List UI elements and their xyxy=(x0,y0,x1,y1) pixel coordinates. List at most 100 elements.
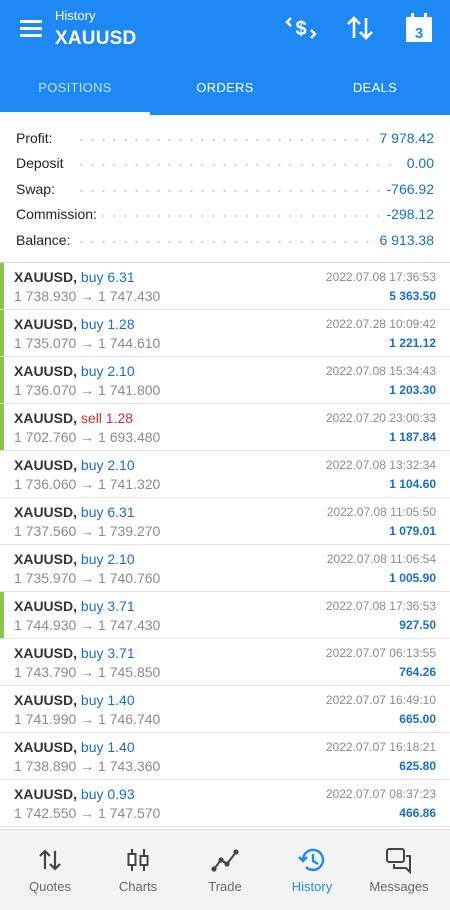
position-row[interactable]: XAUUSD, buy 6.31 1 737.560 → 1 739.270 202… xyxy=(0,498,450,545)
currency-exchange-icon[interactable]: $ xyxy=(285,12,317,44)
position-prices: 1 736.060 → 1 741.320 xyxy=(14,476,161,492)
position-side: buy 1.40 xyxy=(80,739,135,755)
menu-icon[interactable] xyxy=(20,18,44,38)
sort-icon[interactable] xyxy=(344,12,376,44)
summary-value: 6 913.38 xyxy=(373,232,434,248)
position-profit: 625.80 xyxy=(399,759,436,773)
quotes-icon xyxy=(39,849,61,871)
position-prices: 1 702.760 → 1 693.480 xyxy=(14,429,161,445)
leader-dots xyxy=(76,139,394,141)
nav-messages[interactable]: Messages xyxy=(354,830,444,910)
position-flag xyxy=(0,357,4,403)
nav-label: Charts xyxy=(118,879,158,894)
nav-label: History xyxy=(291,879,333,894)
position-profit: 1 104.60 xyxy=(389,477,436,491)
bottom-nav: Quotes Charts Trade History Messages xyxy=(0,829,450,910)
calendar-day: 3 xyxy=(415,25,423,42)
position-flag xyxy=(0,263,4,309)
position-profit: 927.50 xyxy=(399,618,436,632)
leader-dots xyxy=(76,164,394,166)
tab-indicator xyxy=(0,112,150,115)
position-profit: 1 187.84 xyxy=(389,430,436,444)
position-row[interactable]: XAUUSD, buy 1.40 1 738.890 → 1 743.360 202… xyxy=(0,733,450,780)
calendar-icon[interactable]: 3 xyxy=(403,12,435,44)
position-prices: 1 735.070 → 1 744.610 xyxy=(14,335,161,351)
position-row[interactable]: XAUUSD, buy 0.93 1 742.550 → 1 747.570 202… xyxy=(0,780,450,827)
position-profit: 1 079.01 xyxy=(389,524,436,538)
tab-label: POSITIONS xyxy=(38,80,112,95)
position-symbol: XAUUSD, buy 2.10 xyxy=(14,551,135,567)
position-profit: 1 005.90 xyxy=(389,571,436,585)
position-row[interactable]: XAUUSD, buy 2.10 1 736.060 → 1 741.320 202… xyxy=(0,451,450,498)
header-title[interactable]: XAUUSD xyxy=(55,28,136,50)
position-row[interactable]: XAUUSD, sell 1.28 1 702.760 → 1 693.480 20… xyxy=(0,404,450,451)
position-prices: 1 741.990 → 1 746.740 xyxy=(14,711,161,727)
summary-row-commission: Commission: -298.12 xyxy=(16,206,434,228)
summary-label: Commission: xyxy=(16,206,103,222)
summary-row-swap: Swap: -766.92 xyxy=(16,181,434,203)
position-symbol: XAUUSD, buy 2.10 xyxy=(14,457,135,473)
app-bar: History XAUUSD $ 3 POSITIONS ORDERS DEAL… xyxy=(0,0,450,115)
position-prices: 1 744.930 → 1 747.430 xyxy=(14,617,161,633)
summary-value: 0.00 xyxy=(400,155,434,171)
position-flag xyxy=(0,592,4,638)
tab-deals[interactable]: DEALS xyxy=(300,64,450,115)
summary-value: -298.12 xyxy=(380,206,434,222)
position-time: 2022.07.08 17:36:53 xyxy=(325,270,436,284)
nav-label: Quotes xyxy=(29,879,71,894)
nav-trade[interactable]: Trade xyxy=(180,830,270,910)
position-prices: 1 737.560 → 1 739.270 xyxy=(14,523,161,539)
summary-value: 7 978.42 xyxy=(373,130,434,146)
position-row[interactable]: XAUUSD, buy 2.10 1 735.970 → 1 740.760 202… xyxy=(0,545,450,592)
nav-history[interactable]: History xyxy=(267,830,357,910)
position-symbol: XAUUSD, buy 6.31 xyxy=(14,504,135,520)
position-side: buy 1.28 xyxy=(80,316,135,332)
position-flag xyxy=(0,404,4,450)
tab-positions[interactable]: POSITIONS xyxy=(0,64,150,115)
symbol-text: XAUUSD, xyxy=(14,598,78,614)
position-row[interactable]: XAUUSD, buy 3.71 1 744.930 → 1 747.430 202… xyxy=(0,592,450,639)
position-side: buy 2.10 xyxy=(80,551,135,567)
leader-dots xyxy=(76,190,394,192)
leader-dots xyxy=(76,215,394,217)
position-row[interactable]: XAUUSD, buy 2.10 1 736.070 → 1 741.800 202… xyxy=(0,357,450,404)
symbol-text: XAUUSD, xyxy=(14,739,78,755)
position-symbol: XAUUSD, buy 3.71 xyxy=(14,598,135,614)
account-summary: Profit: 7 978.42 Deposit 0.00 Swap: -766… xyxy=(0,124,450,262)
nav-quotes[interactable]: Quotes xyxy=(5,830,95,910)
position-flag xyxy=(0,310,4,356)
position-profit: 665.00 xyxy=(399,712,436,726)
summary-row-profit: Profit: 7 978.42 xyxy=(16,130,434,152)
tab-orders[interactable]: ORDERS xyxy=(150,64,300,115)
position-symbol: XAUUSD, buy 1.40 xyxy=(14,692,135,708)
position-symbol: XAUUSD, sell 1.28 xyxy=(14,410,133,426)
symbol-text: XAUUSD, xyxy=(14,410,78,426)
position-prices: 1 743.790 → 1 745.850 xyxy=(14,664,161,680)
nav-charts[interactable]: Charts xyxy=(93,830,183,910)
nav-label: Messages xyxy=(369,879,429,894)
position-side: buy 6.31 xyxy=(80,269,135,285)
position-profit: 5 363.50 xyxy=(389,289,436,303)
position-time: 2022.07.08 13:32:34 xyxy=(325,458,436,472)
symbol-text: XAUUSD, xyxy=(14,457,78,473)
position-time: 2022.07.08 17:36:53 xyxy=(325,599,436,613)
position-symbol: XAUUSD, buy 1.40 xyxy=(14,739,135,755)
position-profit: 1 221.12 xyxy=(389,336,436,350)
position-prices: 1 738.890 → 1 743.360 xyxy=(14,758,161,774)
symbol-text: XAUUSD, xyxy=(14,363,78,379)
summary-label: Deposit xyxy=(16,155,70,171)
leader-dots xyxy=(76,241,394,243)
position-time: 2022.07.08 11:06:54 xyxy=(326,552,436,566)
charts-icon xyxy=(127,849,149,871)
position-time: 2022.07.07 06:13:55 xyxy=(325,646,436,660)
position-time: 2022.07.07 08:37:23 xyxy=(325,787,436,801)
position-prices: 1 742.550 → 1 747.570 xyxy=(14,805,161,821)
summary-row-balance: Balance: 6 913.38 xyxy=(16,232,434,254)
tab-bar: POSITIONS ORDERS DEALS xyxy=(0,64,450,115)
position-row[interactable]: XAUUSD, buy 1.28 1 735.070 → 1 744.610 202… xyxy=(0,310,450,357)
symbol-text: XAUUSD, xyxy=(14,786,78,802)
position-row[interactable]: XAUUSD, buy 3.71 1 743.790 → 1 745.850 202… xyxy=(0,639,450,686)
position-row[interactable]: XAUUSD, buy 1.40 1 741.990 → 1 746.740 202… xyxy=(0,686,450,733)
position-row[interactable]: XAUUSD, buy 6.31 1 738.930 → 1 747.430 202… xyxy=(0,263,450,310)
position-time: 2022.07.08 15:34:43 xyxy=(325,364,436,378)
